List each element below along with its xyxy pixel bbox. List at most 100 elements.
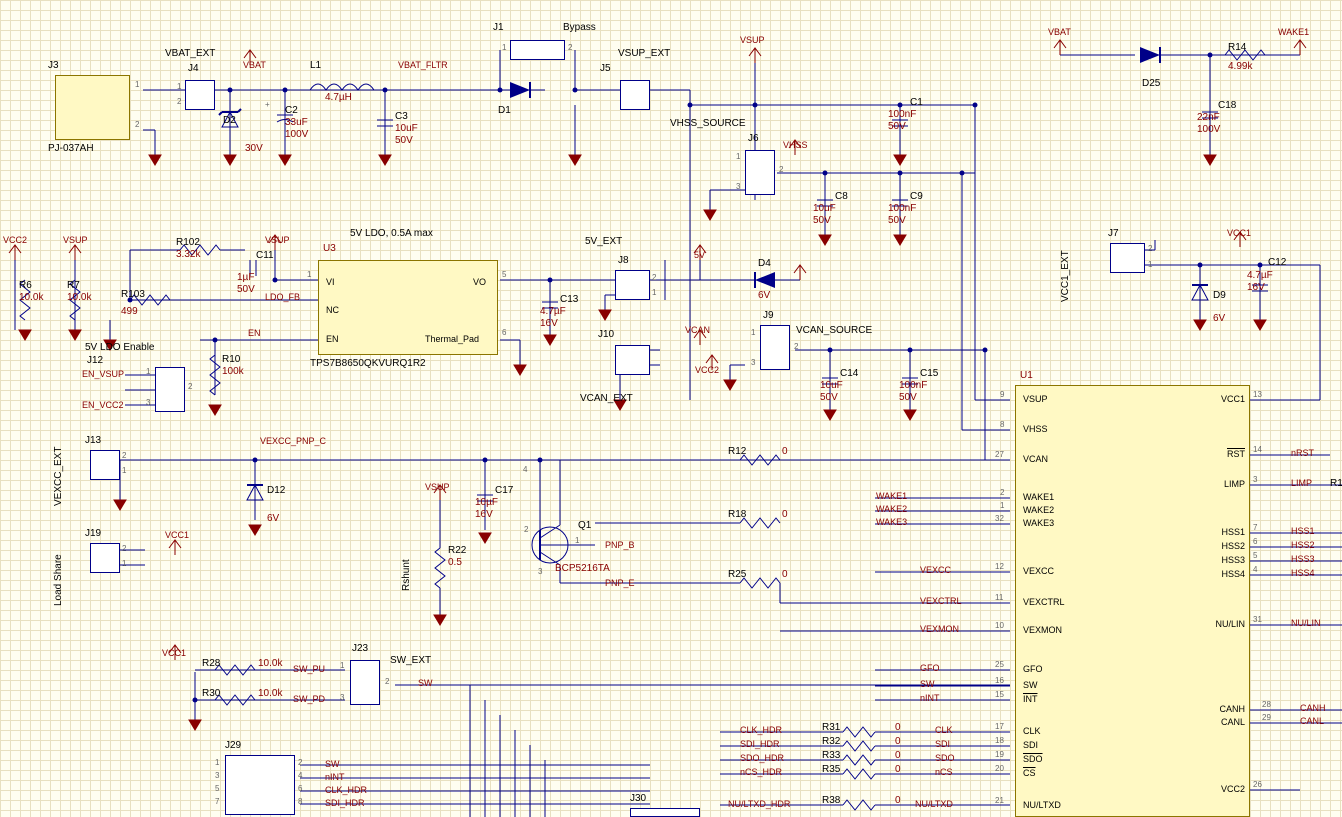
val-R22: 0.5 <box>448 557 462 568</box>
net-CLK-HDR-j29: CLK_HDR <box>325 785 367 795</box>
volt-C1: 50V <box>888 121 906 132</box>
ref-U3: U3 <box>323 243 336 254</box>
volt-C2: 100V <box>285 129 308 140</box>
net-nCS: nCS <box>935 767 953 777</box>
pin-HSS3: HSS3 <box>1221 555 1245 565</box>
pin-INT: INT <box>1023 694 1038 704</box>
val-C17: 10µF <box>475 497 498 508</box>
ref-J12: J12 <box>87 355 103 366</box>
val-C13: 4.7µF <box>540 306 566 317</box>
volt-C18: 100V <box>1197 124 1220 135</box>
name-U3: 5V LDO, 0.5A max <box>350 228 433 239</box>
net-HSS2: HSS2 <box>1291 540 1315 550</box>
ref-L1: L1 <box>310 60 321 71</box>
net-SW-j29: SW <box>325 759 340 769</box>
pin-VEXCC: VEXCC <box>1023 566 1054 576</box>
val-R32: 0 <box>895 736 901 747</box>
net-VSUP-4: VSUP <box>425 482 450 492</box>
ref-C9: C9 <box>910 191 923 202</box>
val-C9: 100nF <box>888 203 916 214</box>
val-C15: 100nF <box>899 380 927 391</box>
val-R25: 0 <box>782 569 788 580</box>
net-HSS3: HSS3 <box>1291 554 1315 564</box>
connector-J4 <box>185 80 215 110</box>
ref-R15: R1 <box>1330 478 1342 489</box>
ref-R22: R22 <box>448 545 466 556</box>
val-C2: 33uF <box>285 117 308 128</box>
volt-C14: 50V <box>820 392 838 403</box>
part-U3: TPS7B8650QKVURQ1R2 <box>310 358 426 369</box>
ref-C2: C2 <box>285 105 298 116</box>
net-PNP-E: PNP_E <box>605 578 635 588</box>
val-C1: 100nF <box>888 109 916 120</box>
pin-CANL: CANL <box>1221 717 1245 727</box>
val-R30: 10.0k <box>258 688 282 699</box>
val-R35: 0 <box>895 764 901 775</box>
val-R103: 499 <box>121 306 138 317</box>
net-nRST: nRST <box>1291 448 1314 458</box>
net-LDO-FB: LDO_FB <box>265 292 300 302</box>
net-VBAT: VBAT <box>243 60 266 70</box>
net-SW-PD: SW_PD <box>293 694 325 704</box>
name-J1: Bypass <box>563 22 596 33</box>
val-C18: 22nF <box>1197 112 1220 123</box>
volt-C8: 50V <box>813 215 831 226</box>
net-VEXCC-PNP-C: VEXCC_PNP_C <box>260 436 326 446</box>
pin-VI: VI <box>326 277 335 287</box>
val-C14: 10uF <box>820 380 843 391</box>
connector-J29 <box>225 755 295 815</box>
val-D4: 6V <box>758 290 770 301</box>
net-VHSS: VHSS <box>783 140 808 150</box>
part-J3: PJ-037AH <box>48 143 94 154</box>
pin-WAKE2: WAKE2 <box>1023 505 1054 515</box>
connector-J13 <box>90 450 120 480</box>
pin-NULIN: NU/LIN <box>1215 619 1245 629</box>
connector-J19 <box>90 543 120 573</box>
val-C12: 4.7µF <box>1247 270 1273 281</box>
val-R7: 10.0k <box>67 292 91 303</box>
val-C3: 10uF <box>395 123 418 134</box>
ref-C18: C18 <box>1218 100 1236 111</box>
net-LIMP: LIMP <box>1291 478 1312 488</box>
pin-CS: CS <box>1023 768 1036 778</box>
volt-C11: 50V <box>237 284 255 295</box>
pin-LIMP: LIMP <box>1224 479 1245 489</box>
connector-J12 <box>155 367 185 412</box>
pin-HSS2: HSS2 <box>1221 541 1245 551</box>
net-VSUP-2: VSUP <box>63 235 88 245</box>
net-NULTXD: NU/LTXD <box>915 799 953 809</box>
net-nINT-j29: nINT <box>325 772 345 782</box>
volt-C15: 50V <box>899 392 917 403</box>
val-C11: 1µF <box>237 272 254 283</box>
name-sw-ext: SW_EXT <box>390 655 431 666</box>
net-EN-VSUP: EN_VSUP <box>82 369 124 379</box>
ref-J3: J3 <box>48 60 59 71</box>
net-SW-PU: SW_PU <box>293 664 325 674</box>
ref-D4: D4 <box>758 258 771 269</box>
net-SDO: SDO <box>935 753 955 763</box>
val-D2: 30V <box>245 143 263 154</box>
name-5v-ldo-enable: 5V LDO Enable <box>85 342 155 353</box>
val-D9: 6V <box>1213 313 1225 324</box>
net-VSUP: VSUP <box>740 35 765 45</box>
net-SDI: SDI <box>935 739 950 749</box>
volt-C9: 50V <box>888 215 906 226</box>
ref-C8: C8 <box>835 191 848 202</box>
pin-VHSS: VHSS <box>1023 424 1048 434</box>
val-R28: 10.0k <box>258 658 282 669</box>
connector-J23 <box>350 660 380 705</box>
connector-J7 <box>1110 243 1145 273</box>
ref-J19: J19 <box>85 528 101 539</box>
val-D12: 6V <box>267 513 279 524</box>
pin-CANH: CANH <box>1219 704 1245 714</box>
net-HSS1: HSS1 <box>1291 526 1315 536</box>
pin-VCC1: VCC1 <box>1221 394 1245 404</box>
net-CLK-HDR: CLK_HDR <box>740 725 782 735</box>
net-PNP-B: PNP_B <box>605 540 635 550</box>
val-R38: 0 <box>895 795 901 806</box>
net-SDI-HDR-j29: SDI_HDR <box>325 798 365 808</box>
ref-J10: J10 <box>598 329 614 340</box>
ref-J1: J1 <box>493 22 504 33</box>
name-vbat-ext: VBAT_EXT <box>165 48 215 59</box>
val-R12: 0 <box>782 446 788 457</box>
